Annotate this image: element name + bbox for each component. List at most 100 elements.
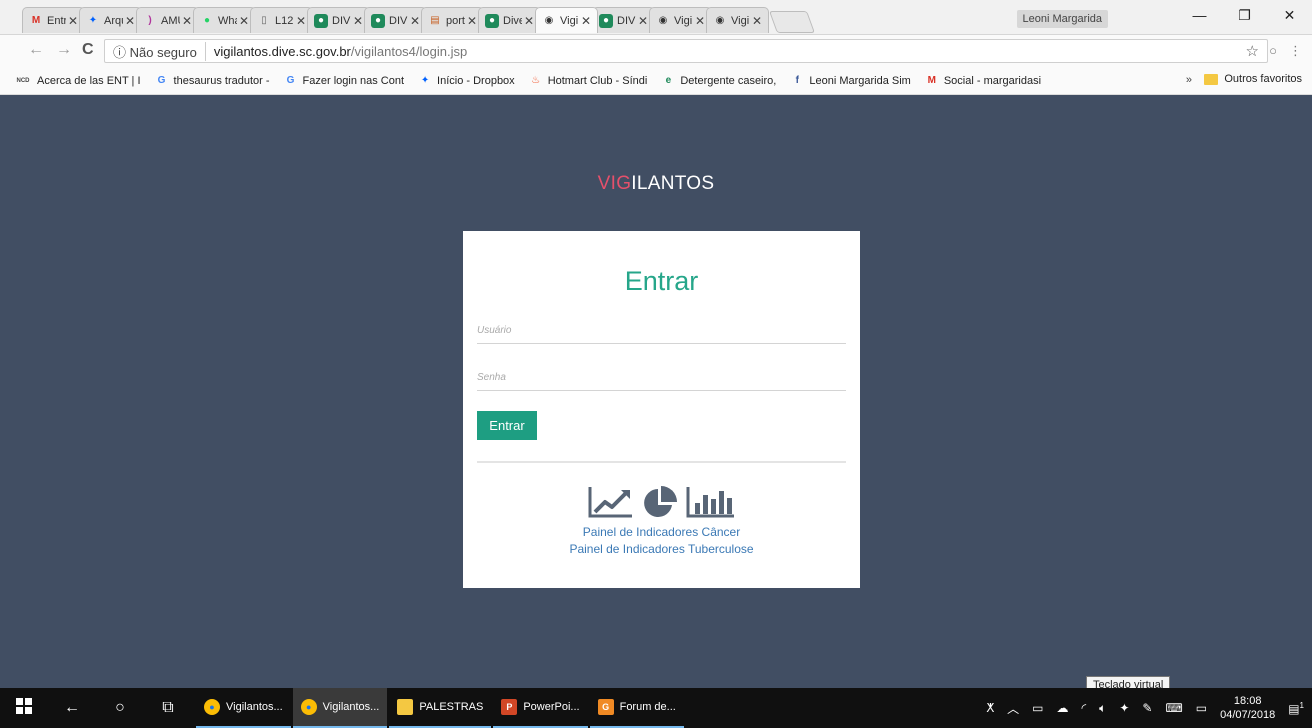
- keyboard-icon[interactable]: ⌨: [1165, 701, 1182, 715]
- dropbox-tray-icon[interactable]: ✦: [1119, 701, 1129, 715]
- password-field-wrapper: [477, 366, 846, 391]
- bookmark-label: Hotmart Club - Síndi: [547, 74, 648, 87]
- battery-icon[interactable]: ▭: [1032, 701, 1043, 715]
- bookmarks-overflow-button[interactable]: »: [1186, 74, 1192, 86]
- forward-button[interactable]: →: [56, 41, 72, 59]
- tab-close-icon[interactable]: ✕: [410, 14, 420, 28]
- url-text[interactable]: vigilantos.dive.sc.gov.br/vigilantos4/lo…: [206, 44, 467, 59]
- tablet-icon[interactable]: ▭: [1196, 701, 1207, 715]
- ribbon-icon: ): [148, 14, 152, 26]
- browser-tab[interactable]: ▯ L12 ✕: [250, 7, 313, 33]
- pen-icon[interactable]: ✎: [1142, 701, 1152, 715]
- tab-close-icon[interactable]: ✕: [695, 14, 705, 28]
- tab-close-icon[interactable]: ✕: [353, 14, 363, 28]
- tab-close-icon[interactable]: ✕: [296, 14, 306, 28]
- taskbar-app-button[interactable]: ▮ PALESTRAS: [389, 688, 492, 728]
- bookmark-item[interactable]: Gthesaurus tradutor -: [155, 74, 270, 88]
- tab-title: Arqu: [104, 14, 123, 27]
- notifications-icon[interactable]: ▤1: [1288, 701, 1304, 716]
- tab-close-icon[interactable]: ✕: [638, 14, 648, 28]
- cortana-icon[interactable]: ○: [96, 699, 144, 717]
- taskbar-app-button[interactable]: G Forum de...: [589, 688, 684, 728]
- reload-button[interactable]: C: [82, 41, 94, 59]
- bookmarks-bar: NCD Acerca de las ENT | I Gthesaurus tradu…: [0, 67, 1312, 95]
- chrome-icon: ●: [204, 699, 220, 715]
- pie-chart-icon[interactable]: [642, 485, 678, 521]
- cancer-panel-link[interactable]: Painel de Indicadores Câncer: [477, 524, 846, 541]
- cloud-icon[interactable]: ☁: [1056, 701, 1068, 715]
- tab-close-icon[interactable]: ✕: [467, 14, 477, 28]
- bookmark-item[interactable]: G Fazer login nas Cont: [284, 74, 405, 88]
- browser-tab[interactable]: ) AMU✕: [136, 7, 199, 33]
- login-submit-button[interactable]: Entrar: [477, 411, 537, 440]
- tab-title: port: [446, 14, 465, 27]
- url-path: /vigilantos4/login.jsp: [350, 43, 468, 59]
- divider: [477, 461, 846, 463]
- close-window-button[interactable]: ✕: [1267, 0, 1312, 30]
- tuberculosis-panel-link[interactable]: Painel de Indicadores Tuberculose: [477, 541, 846, 558]
- bookmark-item[interactable]: e Detergente caseiro,: [661, 74, 777, 88]
- tab-title: Vigi: [560, 14, 579, 27]
- tab-title: Entr: [47, 14, 66, 27]
- bookmark-item[interactable]: M Social - margaridasi: [925, 74, 1041, 88]
- browser-tab[interactable]: ● DIVE✕: [364, 7, 427, 33]
- tab-close-icon[interactable]: ✕: [68, 14, 78, 28]
- clock[interactable]: 18:08 04/07/2018: [1220, 694, 1275, 722]
- bookmark-star-icon[interactable]: ☆: [1246, 42, 1259, 60]
- back-arrow-icon[interactable]: ←: [48, 699, 96, 717]
- tab-close-icon[interactable]: ✕: [581, 14, 591, 28]
- extension-icon[interactable]: ○: [1269, 43, 1277, 59]
- bookmark-label: Início - Dropbox: [437, 74, 515, 87]
- tab-close-icon[interactable]: ✕: [524, 14, 534, 28]
- bar-chart-icon[interactable]: [686, 485, 736, 519]
- taskbar-app-button[interactable]: P PowerPoi...: [493, 688, 588, 728]
- username-input[interactable]: [477, 319, 846, 341]
- security-indicator[interactable]: ⓘ Não seguro: [105, 41, 206, 61]
- new-tab-button[interactable]: [768, 11, 816, 33]
- bookmark-item[interactable]: ♨ Hotmart Club - Síndi: [529, 74, 648, 88]
- clock-date: 04/07/2018: [1220, 709, 1276, 721]
- bookmark-item[interactable]: NCD Acerca de las ENT | I: [14, 74, 141, 88]
- profile-button[interactable]: Leoni Margarida: [1016, 10, 1108, 28]
- tab-list: MEntr✕✦Arqu✕)AMU✕●Wha✕▯L12✕●DIVE✕●DIVE✕▤…: [22, 7, 816, 35]
- browser-tab[interactable]: ◉ Vigi ✕: [649, 7, 712, 33]
- browser-tab[interactable]: ● Wha✕: [193, 7, 256, 33]
- minimize-button[interactable]: —: [1177, 0, 1222, 30]
- tab-close-icon[interactable]: ✕: [125, 14, 135, 28]
- back-button[interactable]: ←: [28, 41, 44, 59]
- browser-tab[interactable]: ◉ Vigi ✕: [535, 7, 598, 33]
- volume-icon[interactable]: 🔈︎: [1099, 701, 1106, 716]
- password-input[interactable]: [477, 366, 846, 388]
- tab-close-icon[interactable]: ✕: [239, 14, 249, 28]
- browser-tab[interactable]: ◉ Vigi ✕: [706, 7, 769, 33]
- browser-tab[interactable]: M Entr ✕: [22, 7, 85, 33]
- browser-tab[interactable]: ▤ port ✕: [421, 7, 484, 33]
- taskbar-app-button[interactable]: ● Vigilantos...: [292, 688, 388, 728]
- wifi-icon[interactable]: ◜: [1081, 701, 1086, 715]
- folder-icon: [1204, 73, 1219, 85]
- bookmark-item[interactable]: f Leoni Margarida Sim: [790, 74, 911, 88]
- tab-close-icon[interactable]: ✕: [182, 14, 192, 28]
- bookmark-item[interactable]: ✦ Início - Dropbox: [418, 74, 515, 88]
- bookmark-label: Fazer login nas Cont: [302, 74, 405, 87]
- eye-icon: ◉: [715, 14, 725, 26]
- show-hidden-icons-icon[interactable]: ︿: [1007, 700, 1019, 717]
- browser-tab[interactable]: ✦ Arqu✕: [79, 7, 142, 33]
- browser-tab[interactable]: ● Dive✕: [478, 7, 541, 33]
- browser-tab[interactable]: ● DIVE✕: [307, 7, 370, 33]
- windows-start-icon[interactable]: [0, 697, 48, 719]
- browser-tab[interactable]: ● DIVE✕: [592, 7, 655, 33]
- address-bar[interactable]: ⓘ Não seguro vigilantos.dive.sc.gov.br/v…: [104, 39, 1268, 63]
- taskbar-app-label: PowerPoi...: [523, 701, 580, 713]
- portal-icon: ▤: [430, 14, 440, 26]
- people-icon[interactable]: ⵅ: [986, 701, 994, 715]
- other-bookmarks-folder[interactable]: Outros favoritos: [1204, 73, 1302, 85]
- tab-close-icon[interactable]: ✕: [752, 14, 762, 28]
- taskbar-app-button[interactable]: ● Vigilantos...: [196, 688, 291, 728]
- chrome-icon: ●: [300, 699, 317, 715]
- maximize-button[interactable]: ❐: [1222, 0, 1267, 30]
- url-host: vigilantos.dive.sc.gov.br: [213, 43, 351, 59]
- task-view-icon[interactable]: ⧉: [144, 699, 192, 717]
- line-chart-icon[interactable]: [588, 485, 634, 519]
- menu-icon[interactable]: ⋮: [1289, 43, 1302, 59]
